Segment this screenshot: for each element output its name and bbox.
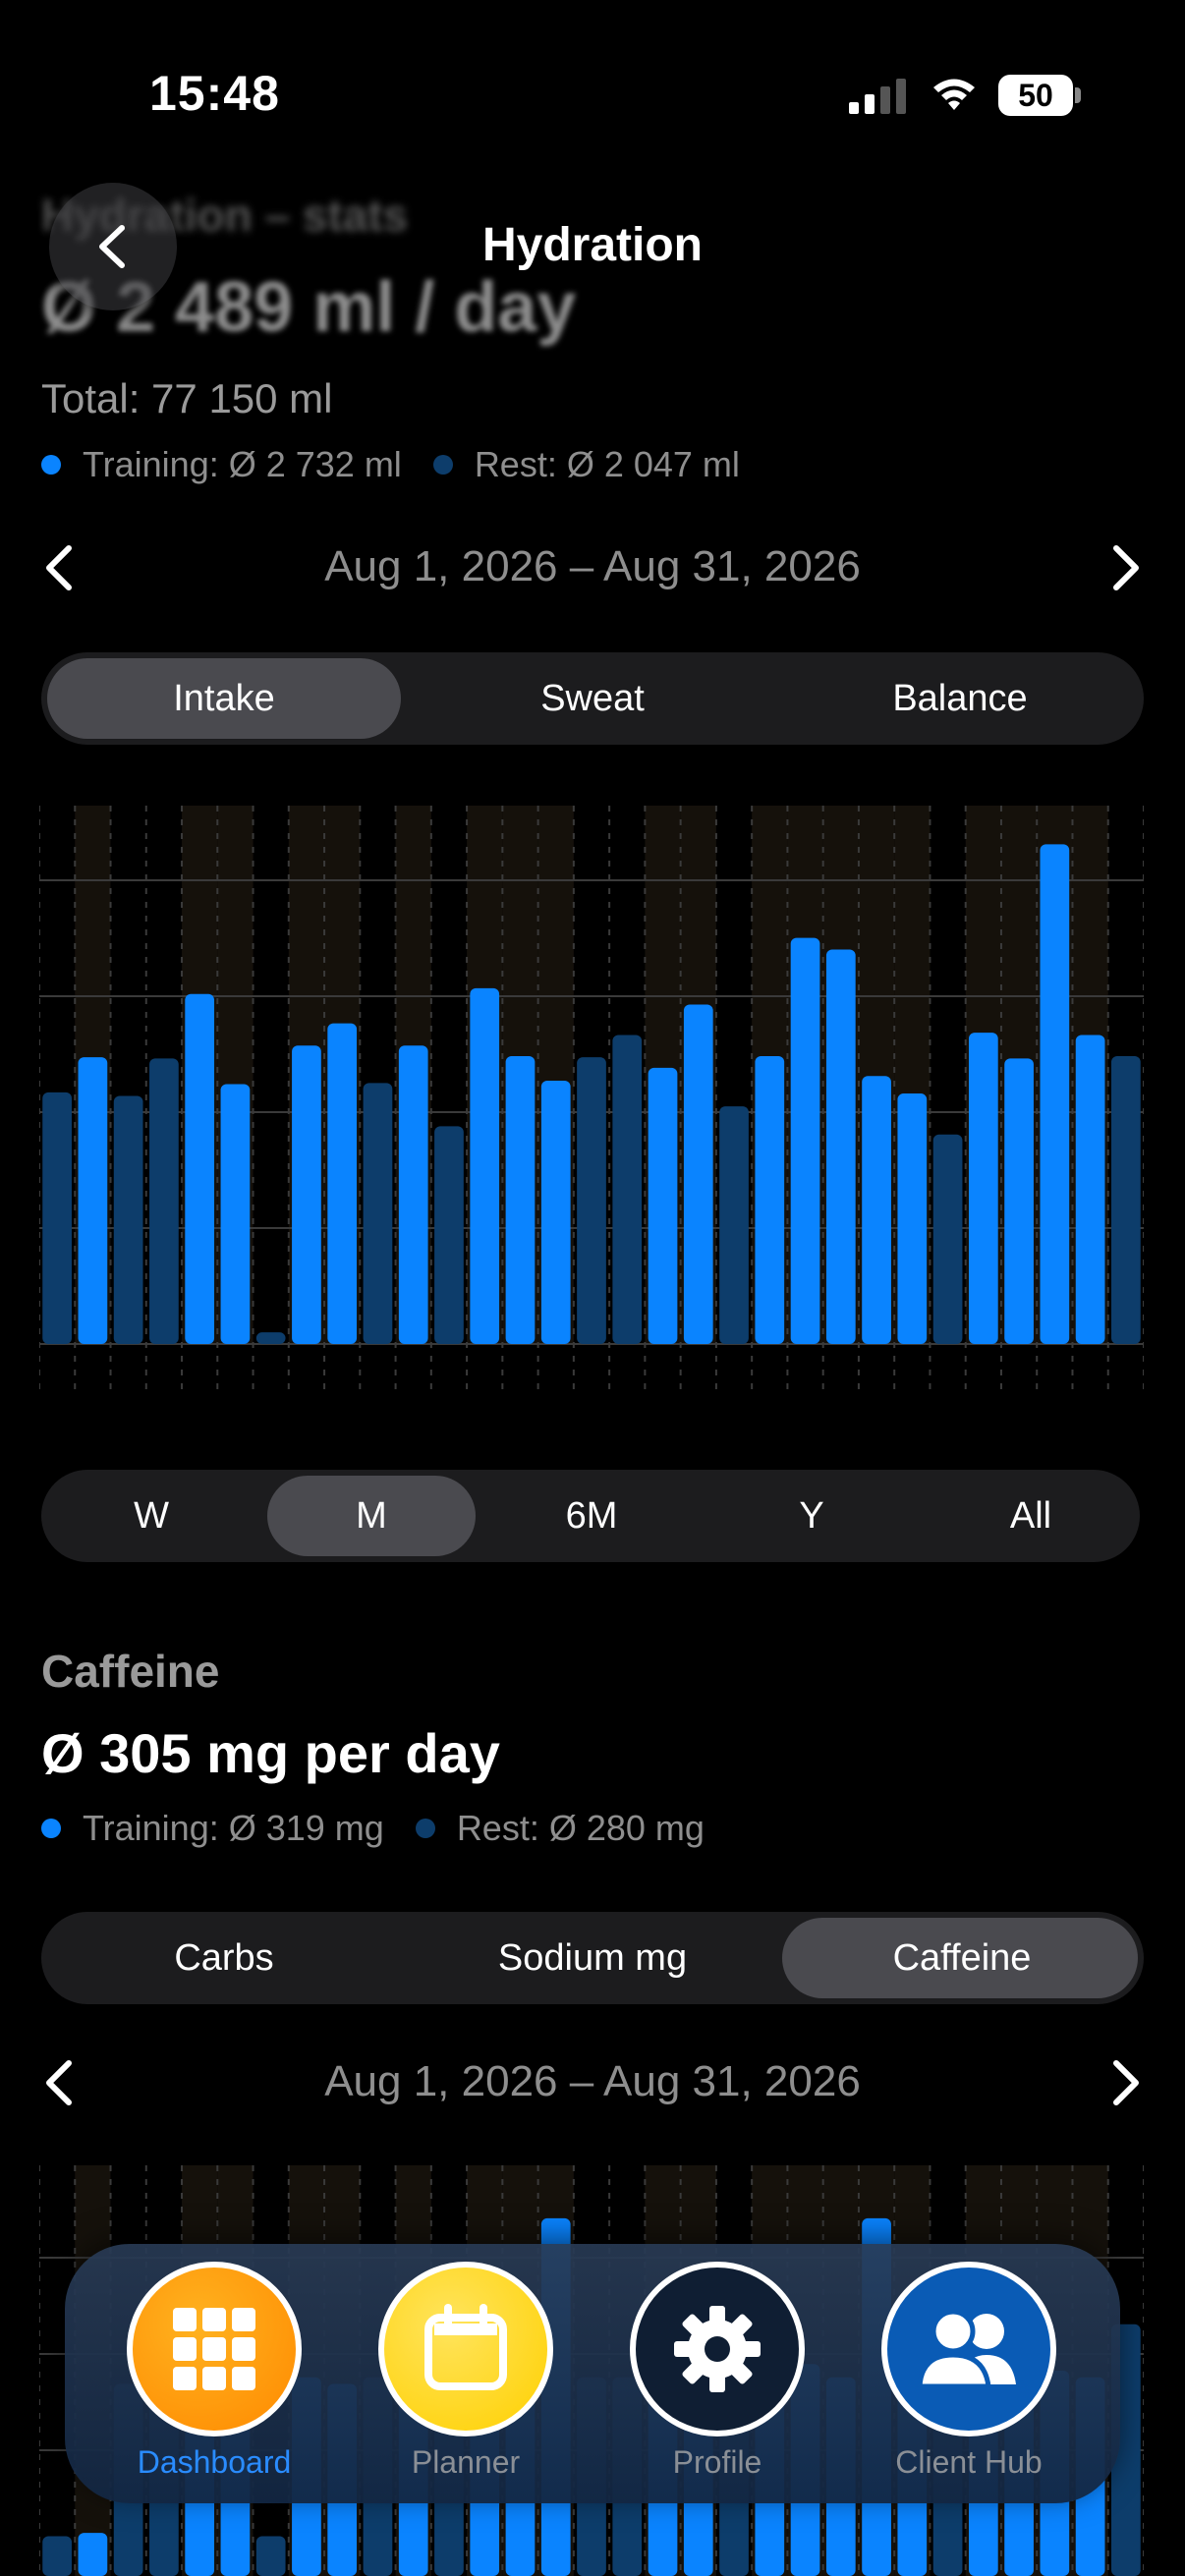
bar-aug-1: [42, 2536, 72, 2576]
bar-aug-19: [683, 1004, 713, 1344]
caffeine-section-title: Caffeine: [41, 1646, 220, 1697]
tab-balance[interactable]: Balance: [776, 652, 1144, 745]
bar-aug-23: [825, 949, 856, 1344]
tab-intake[interactable]: Intake: [41, 652, 407, 745]
chevron-left-icon: [99, 225, 125, 268]
caffeine-date-range: Aug 1, 2026 – Aug 31, 2026: [324, 2057, 861, 2105]
legend-training: Training: Ø 2 732 ml: [83, 444, 402, 484]
bar-aug-4: [149, 1058, 179, 1344]
battery-icon: 50: [998, 75, 1081, 116]
bar-aug-14: [505, 1055, 536, 1344]
users-icon: [917, 2309, 1016, 2389]
bar-aug-21: [755, 1055, 785, 1344]
bar-aug-6: [220, 1084, 251, 1344]
tab-carbs[interactable]: Carbs: [41, 1912, 407, 2004]
tab-planner[interactable]: Planner: [367, 2262, 564, 2481]
bar-aug-5: [185, 993, 215, 1344]
dashboard-button[interactable]: [127, 2262, 302, 2436]
bar-aug-13: [470, 987, 500, 1344]
bar-aug-7: [255, 1332, 286, 1344]
bar-aug-16: [577, 1057, 606, 1344]
planner-button[interactable]: [378, 2262, 553, 2436]
battery-level: 50: [1018, 78, 1053, 113]
tab-label: Profile: [672, 2444, 762, 2480]
training-legend-dot: [41, 1819, 61, 1838]
rest-legend-dot: [415, 1819, 435, 1838]
calendar-icon: [424, 2304, 507, 2390]
hydration-date-range: Aug 1, 2026 – Aug 31, 2026: [324, 542, 861, 590]
caffeine-date-nav: Aug 1, 2026 – Aug 31, 2026: [0, 2044, 1185, 2122]
bar-aug-8: [292, 1045, 321, 1344]
back-button[interactable]: [49, 183, 177, 310]
bar-aug-28: [1004, 1058, 1034, 1344]
hydration-legend: Training: Ø 2 732 ml Rest: Ø 2 047 ml: [41, 444, 740, 485]
client-hub-button[interactable]: [881, 2262, 1056, 2436]
bar-aug-3: [113, 1095, 143, 1344]
tab-caffeine[interactable]: Caffeine: [778, 1912, 1146, 2004]
range-all[interactable]: All: [922, 1470, 1140, 1562]
rest-legend-dot: [432, 455, 453, 475]
tab-label: Client Hub: [895, 2444, 1043, 2480]
range-m[interactable]: M: [261, 1470, 481, 1562]
status-time: 15:48: [149, 66, 280, 121]
bar-aug-27: [968, 1033, 998, 1344]
bar-aug-20: [719, 1106, 749, 1344]
bar-aug-30: [1075, 1035, 1105, 1344]
range-6m[interactable]: 6M: [481, 1470, 702, 1562]
caffeine-average: Ø 305 mg per day: [41, 1722, 500, 1784]
legend-rest: Rest: Ø 2 047 ml: [474, 444, 740, 484]
page-title: Hydration: [481, 219, 703, 271]
caffeine-legend: Training: Ø 319 mg Rest: Ø 280 mg: [41, 1808, 705, 1849]
range-w[interactable]: W: [41, 1470, 261, 1562]
wifi-icon: [933, 79, 975, 110]
hydration-total: Total: 77 150 ml: [41, 375, 333, 421]
bar-aug-31: [1111, 1055, 1141, 1344]
legend-rest: Rest: Ø 280 mg: [456, 1808, 705, 1848]
legend-training: Training: Ø 319 mg: [83, 1808, 384, 1848]
bar-aug-12: [434, 1126, 464, 1344]
bar-aug-29: [1040, 844, 1070, 1344]
tab-profile[interactable]: Profile: [619, 2262, 816, 2481]
nutrient-tabs: Carbs Sodium mg Caffeine: [41, 1912, 1144, 2004]
profile-button[interactable]: [630, 2262, 805, 2436]
bar-aug-2: [78, 2533, 108, 2576]
bar-aug-25: [897, 1093, 928, 1344]
grid-icon: [173, 2308, 255, 2390]
gear-icon: [674, 2306, 761, 2392]
tab-client-hub[interactable]: Client Hub: [871, 2262, 1067, 2481]
bar-aug-1: [42, 1092, 72, 1344]
chevron-right-icon[interactable]: [1106, 2057, 1146, 2108]
tab-sodium[interactable]: Sodium mg: [409, 1912, 776, 2004]
bar-aug-2: [78, 1057, 108, 1344]
bar-aug-9: [327, 1023, 358, 1344]
bar-aug-7: [255, 2536, 286, 2576]
training-legend-dot: [41, 455, 61, 475]
bar-aug-24: [862, 1076, 891, 1344]
time-range-selector: W M 6M Y All: [41, 1470, 1140, 1562]
hydration-intake-chart: [39, 806, 1144, 1395]
bar-aug-18: [648, 1067, 678, 1344]
bar-aug-26: [932, 1134, 963, 1344]
tab-label: Dashboard: [137, 2444, 292, 2480]
hydration-date-nav: Aug 1, 2026 – Aug 31, 2026: [0, 529, 1185, 607]
bottom-tab-bar: Dashboard Planner Profile Client Hub: [65, 2244, 1120, 2503]
bar-aug-11: [398, 1045, 428, 1344]
bar-aug-17: [612, 1035, 643, 1344]
bar-aug-10: [363, 1083, 393, 1344]
hydration-metric-tabs: Intake Sweat Balance: [41, 652, 1144, 745]
bar-aug-22: [790, 937, 820, 1344]
tab-dashboard[interactable]: Dashboard: [116, 2262, 312, 2481]
cellular-signal-icon: [849, 79, 906, 114]
range-y[interactable]: Y: [702, 1470, 922, 1562]
tab-sweat[interactable]: Sweat: [409, 652, 776, 745]
tab-label: Planner: [411, 2444, 521, 2480]
bar-aug-15: [540, 1080, 571, 1344]
chevron-right-icon[interactable]: [1106, 542, 1146, 593]
